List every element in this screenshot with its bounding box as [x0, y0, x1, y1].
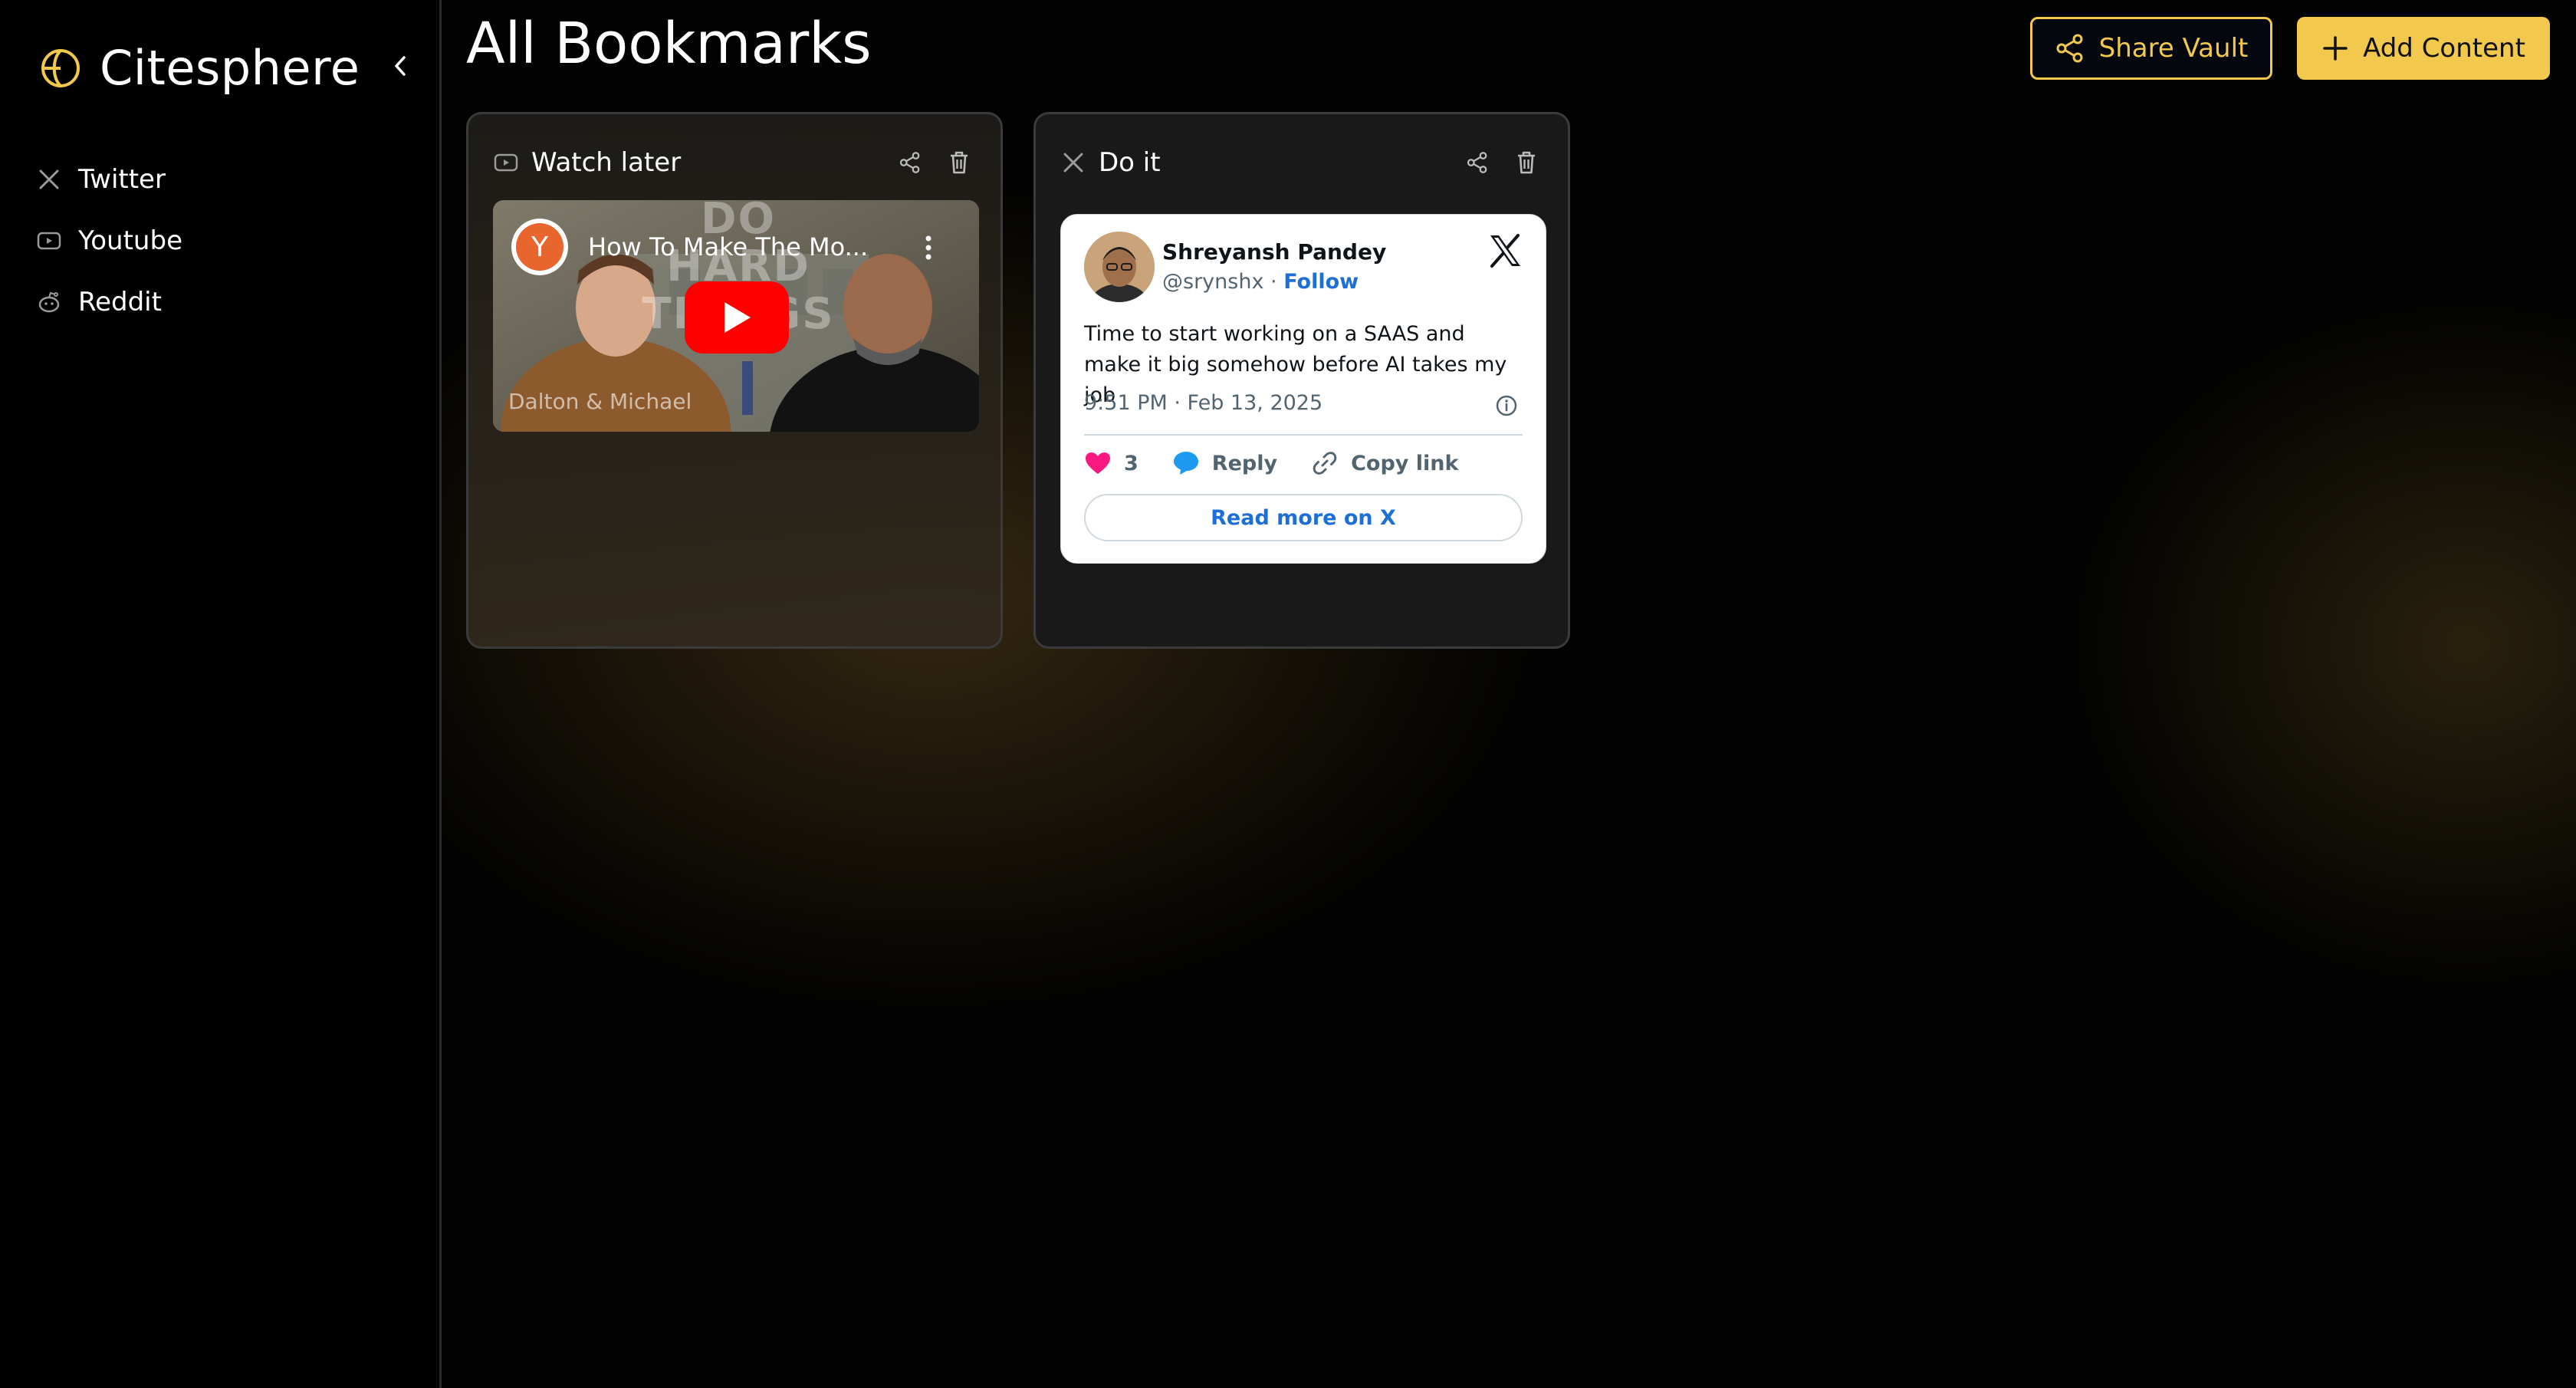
bookmark-card: Do it Shreyansh Pandey @srynshx · Follow…: [1033, 112, 1570, 649]
sidebar-item-label: Reddit: [78, 287, 162, 317]
reply-label: Reply: [1211, 451, 1278, 475]
trash-icon: [951, 151, 968, 174]
sidebar: Citesphere Twitter Youtube Reddit: [0, 0, 442, 1388]
sidebar-item-label: Youtube: [78, 225, 182, 256]
copy-link-button[interactable]: Copy link: [1311, 449, 1458, 477]
card-title: Watch later: [531, 147, 682, 178]
info-icon[interactable]: [1495, 394, 1518, 417]
brand-name: Citesphere: [100, 40, 360, 96]
thumbnail-caption: Dalton & Michael: [508, 389, 692, 414]
add-content-label: Add Content: [2363, 33, 2525, 64]
x-icon: [1060, 150, 1086, 176]
like-button[interactable]: 3: [1084, 451, 1138, 475]
share-vault-label: Share Vault: [2098, 33, 2249, 64]
page-title: All Bookmarks: [466, 11, 872, 77]
link-icon: [1313, 452, 1337, 475]
play-icon: [724, 302, 751, 333]
card-delete-button[interactable]: [1510, 146, 1543, 179]
card-header: Do it: [1060, 143, 1543, 182]
like-count: 3: [1124, 451, 1138, 475]
share-vault-button[interactable]: Share Vault: [2030, 17, 2272, 80]
reply-bubble-icon: [1173, 452, 1198, 475]
app: Citesphere Twitter Youtube Reddit All Bo…: [0, 0, 2576, 1388]
share-icon: [1467, 152, 1487, 173]
copy-link-label: Copy link: [1351, 451, 1459, 475]
sidebar-item-label: Twitter: [78, 164, 166, 195]
trash-icon: [1518, 151, 1535, 174]
divider: [1084, 434, 1523, 436]
x-icon: [35, 166, 63, 193]
follow-button[interactable]: Follow: [1283, 270, 1359, 294]
tweet-author[interactable]: Shreyansh Pandey: [1162, 239, 1386, 265]
card-delete-button[interactable]: [942, 146, 976, 179]
main-content: All Bookmarks Share Vault Add Content Wa…: [442, 0, 2576, 1388]
globe-logo-icon: [41, 48, 80, 87]
share-icon: [2056, 34, 2083, 63]
youtube-embed[interactable]: DO HARD THINGS Y How To Make The Mo... D…: [493, 200, 979, 432]
chevron-left-icon: [395, 56, 406, 76]
brand[interactable]: Citesphere: [40, 40, 360, 96]
youtube-icon: [35, 227, 63, 255]
video-title[interactable]: How To Make The Mo...: [588, 232, 879, 261]
share-icon: [899, 152, 920, 173]
reddit-icon: [35, 288, 63, 316]
card-title: Do it: [1099, 147, 1161, 178]
plus-icon: [2323, 36, 2348, 61]
card-share-button[interactable]: [893, 146, 927, 179]
sidebar-nav: Twitter Youtube Reddit: [35, 156, 182, 340]
sidebar-item-twitter[interactable]: Twitter: [35, 156, 182, 202]
tweet-embed[interactable]: Shreyansh Pandey @srynshx · Follow Time …: [1060, 214, 1546, 564]
tweet-handle-line: @srynshx · Follow: [1162, 270, 1359, 294]
separator: ·: [1270, 270, 1277, 294]
read-more-button[interactable]: Read more on X: [1084, 494, 1523, 541]
collapse-sidebar-button[interactable]: [385, 51, 416, 81]
reply-button[interactable]: Reply: [1172, 450, 1277, 476]
card-share-button[interactable]: [1460, 146, 1494, 179]
more-options-icon[interactable]: [921, 232, 936, 263]
channel-initial: Y: [516, 223, 564, 271]
tweet-handle[interactable]: @srynshx: [1162, 270, 1263, 294]
card-header: Watch later: [493, 143, 976, 182]
tweet-timestamp[interactable]: 9:51 PM · Feb 13, 2025: [1084, 391, 1322, 415]
bookmark-card: Watch later DO HARD Y How To Make The Mo…: [466, 112, 1003, 649]
sidebar-item-youtube[interactable]: Youtube: [35, 218, 182, 264]
youtube-icon: [493, 150, 519, 176]
heart-icon: [1086, 452, 1110, 474]
x-logo-icon[interactable]: [1487, 233, 1523, 268]
avatar[interactable]: [1084, 232, 1155, 302]
play-button[interactable]: [685, 281, 789, 354]
sidebar-item-reddit[interactable]: Reddit: [35, 279, 182, 325]
add-content-button[interactable]: Add Content: [2297, 17, 2550, 80]
channel-avatar[interactable]: Y: [511, 219, 568, 275]
tweet-actions: 3 Reply Copy link: [1084, 449, 1492, 477]
